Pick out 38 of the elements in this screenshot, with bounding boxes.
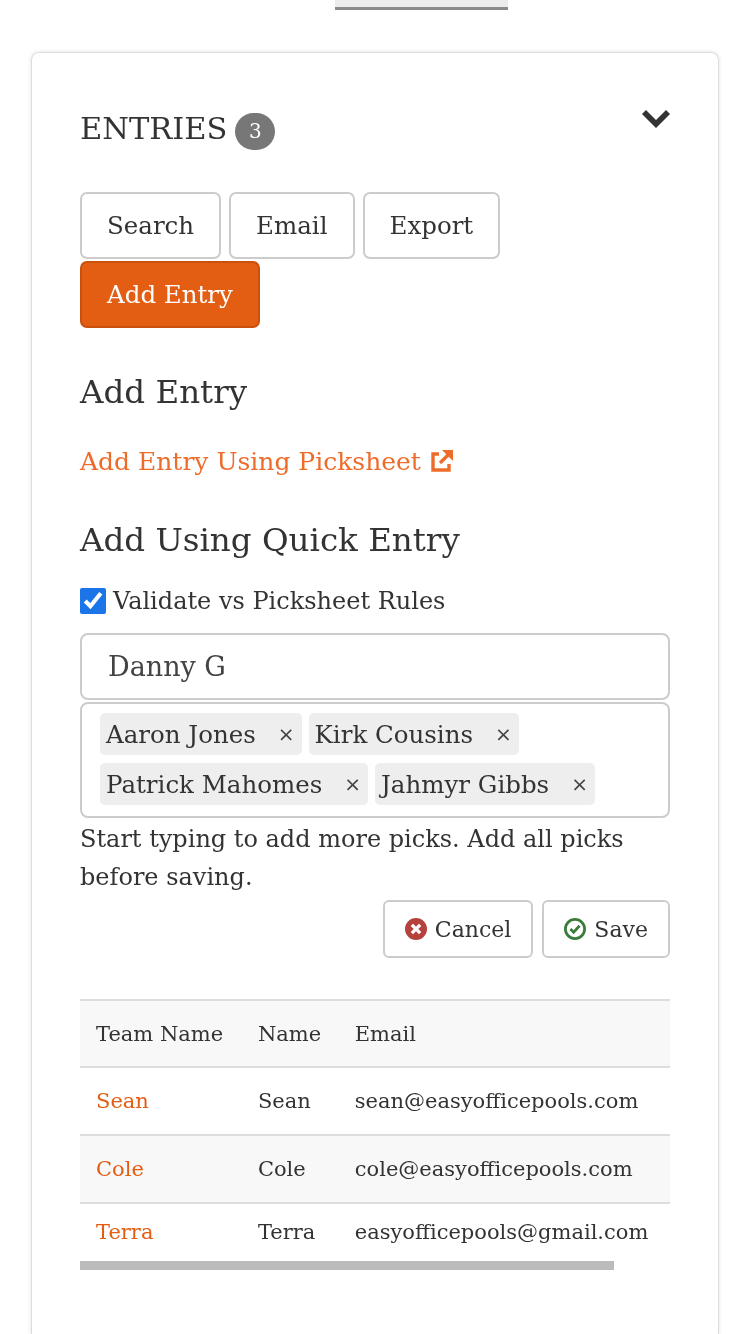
table-cell: cole@easyofficepools.com bbox=[338, 1135, 670, 1203]
x-circle-icon bbox=[404, 918, 427, 940]
table-cell: Terra bbox=[241, 1203, 339, 1261]
table-cell: Sean bbox=[241, 1067, 339, 1135]
validate-checkbox[interactable] bbox=[80, 588, 106, 614]
column-header: Name bbox=[241, 1000, 339, 1067]
pick-name: Jahmyr Gibbs bbox=[381, 769, 550, 799]
team-name-link[interactable]: Sean bbox=[96, 1089, 149, 1113]
column-header: Team Name bbox=[80, 1000, 242, 1067]
cancel-button[interactable]: Cancel bbox=[382, 900, 534, 958]
help-text: Start typing to add more picks. Add all picks before saving. bbox=[80, 824, 625, 893]
save-button[interactable]: Save bbox=[542, 900, 670, 958]
section-title: ENTRIES bbox=[80, 110, 228, 148]
table-cell: easyofficepools@gmail.com bbox=[338, 1203, 670, 1261]
remove-pick-button[interactable]: × bbox=[571, 772, 588, 796]
picks-field[interactable]: Aaron Jones × Kirk Cousins × Patrick Mahomes × Jahmyr Gibbs × bbox=[80, 702, 670, 818]
chevron-down-icon[interactable] bbox=[642, 110, 670, 128]
table-cell: sean@easyofficepools.com bbox=[338, 1067, 670, 1135]
toolbar-button[interactable]: Email bbox=[229, 192, 355, 259]
section-heading: Add Using Quick Entry bbox=[80, 520, 461, 561]
toolbar-button[interactable]: Export bbox=[362, 192, 501, 259]
pick-name: Kirk Cousins bbox=[314, 719, 474, 749]
column-header: Email bbox=[338, 1000, 670, 1067]
add-entry-button[interactable]: Add Entry bbox=[80, 261, 260, 328]
check-circle-icon bbox=[564, 918, 587, 940]
checkbox-label: Validate vs Picksheet Rules bbox=[113, 587, 446, 615]
section-heading: Add Entry bbox=[80, 372, 249, 413]
pick-name: Patrick Mahomes bbox=[106, 769, 323, 799]
name-input[interactable]: Danny G bbox=[80, 633, 670, 700]
toolbar-button[interactable]: Search bbox=[80, 192, 222, 259]
remove-pick-button[interactable]: × bbox=[277, 722, 295, 746]
remove-pick-button[interactable]: × bbox=[344, 772, 362, 796]
table-cell: Cole bbox=[241, 1135, 339, 1203]
team-name-link[interactable]: Terra bbox=[96, 1220, 154, 1244]
remove-pick-button[interactable]: × bbox=[495, 722, 512, 746]
count-badge: 3 bbox=[235, 113, 276, 150]
horizontal-scrollbar[interactable] bbox=[80, 1261, 614, 1270]
pick-name: Aaron Jones bbox=[106, 719, 256, 749]
